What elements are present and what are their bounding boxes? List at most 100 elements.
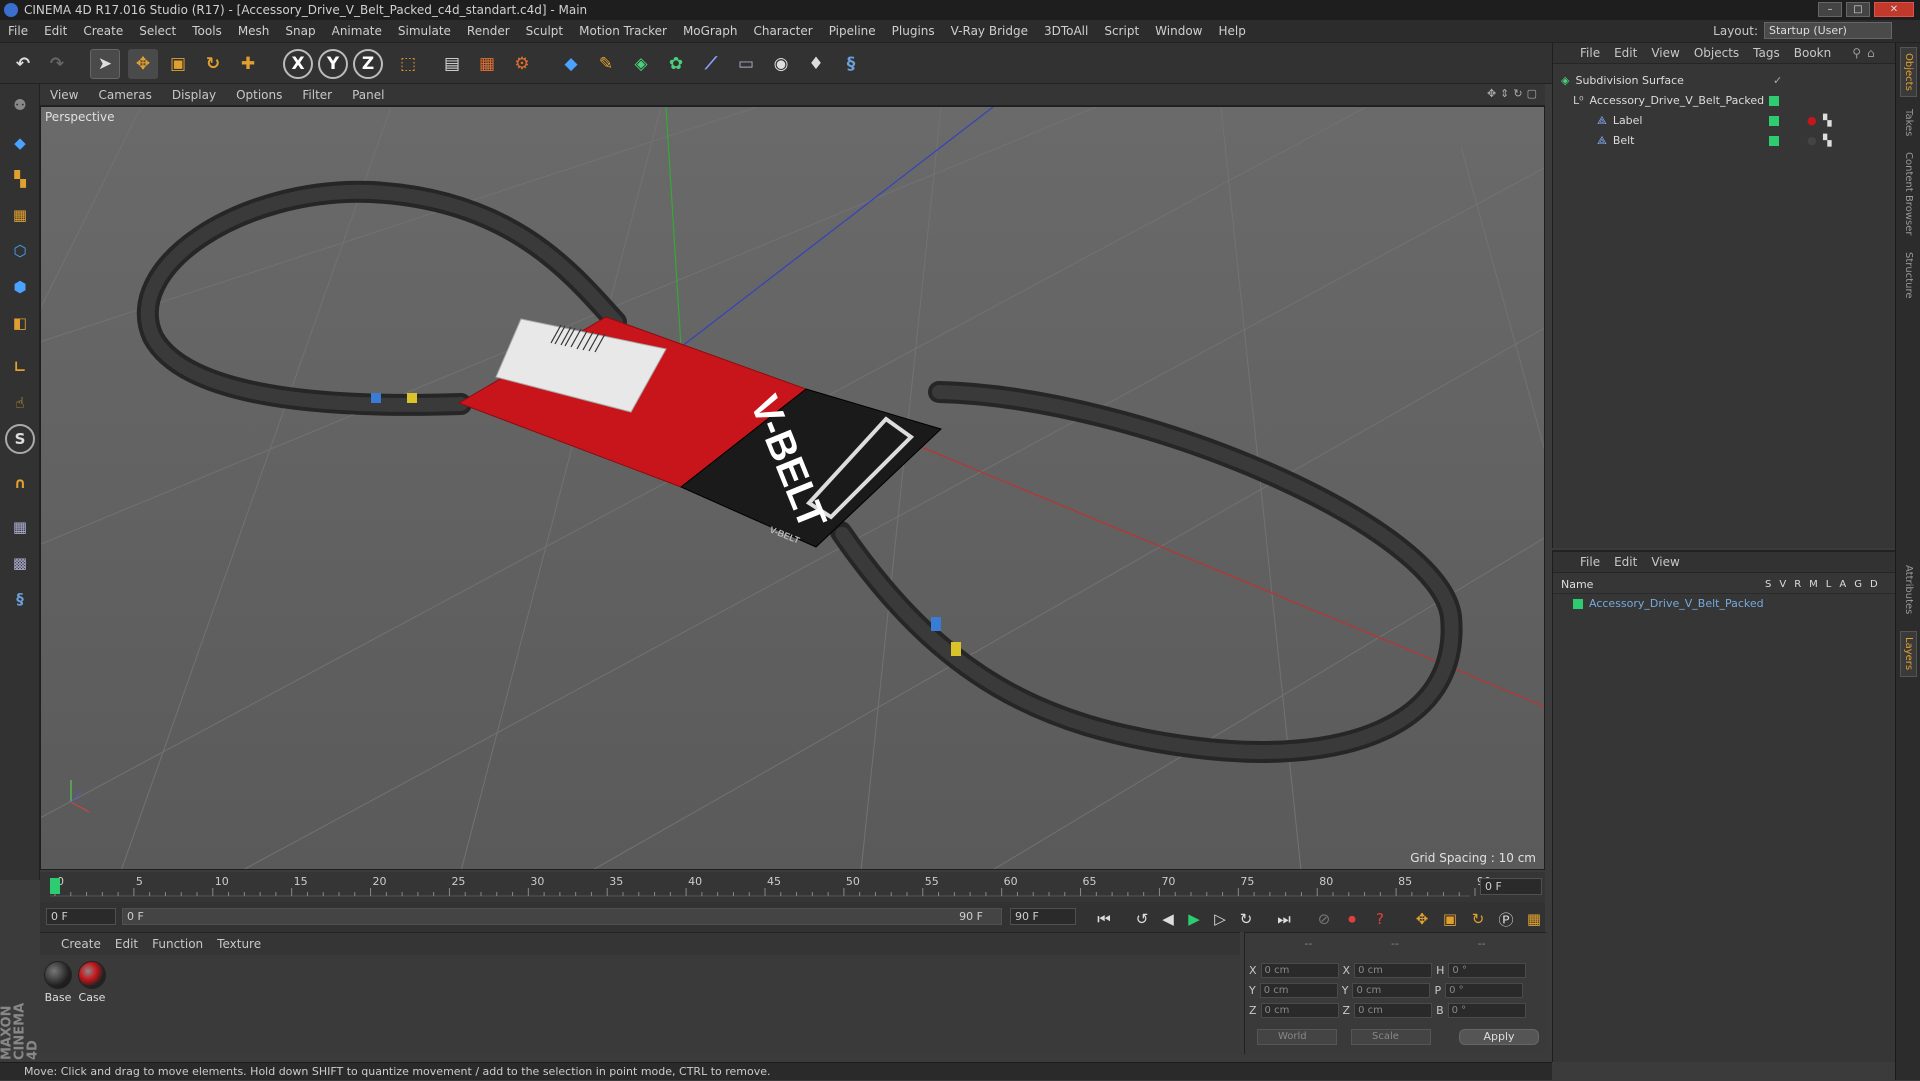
object-menu-file[interactable]: File bbox=[1573, 46, 1607, 60]
layout-select[interactable]: Startup (User) bbox=[1764, 22, 1892, 39]
viewport-3d[interactable]: V-BELT V-BELT Perspective Grid Spacing :… bbox=[40, 106, 1545, 870]
menu-help[interactable]: Help bbox=[1210, 24, 1253, 38]
menu-snap[interactable]: Snap bbox=[277, 24, 323, 38]
viewport-menu-view[interactable]: View bbox=[40, 88, 88, 102]
key-param-icon[interactable]: Ⓟ bbox=[1494, 908, 1518, 930]
texture-mode-icon[interactable]: ▚ bbox=[5, 164, 35, 194]
object-row-belt[interactable]: ⟁ Belt ● ▚ bbox=[1553, 131, 1895, 150]
deformer-icon[interactable]: ⟋ bbox=[696, 49, 726, 79]
subdivision-icon[interactable]: ◈ bbox=[626, 49, 656, 79]
autokey-icon[interactable]: ? bbox=[1368, 908, 1392, 930]
layer-menu-file[interactable]: File bbox=[1573, 555, 1607, 569]
layer-color-icon[interactable] bbox=[1769, 115, 1779, 126]
viewport-zoom-icon[interactable]: ⇕ bbox=[1500, 87, 1509, 100]
render-picture-viewer-icon[interactable]: ▦ bbox=[472, 49, 502, 79]
x-axis-icon[interactable]: X bbox=[283, 49, 313, 79]
viewport-menu-display[interactable]: Display bbox=[162, 88, 226, 102]
material-menu-texture[interactable]: Texture bbox=[210, 937, 268, 951]
scale-tool-icon[interactable]: ▣ bbox=[163, 49, 193, 79]
menu-mograph[interactable]: MoGraph bbox=[675, 24, 746, 38]
key-pla-icon[interactable]: ▦ bbox=[1522, 908, 1546, 930]
material-menu-create[interactable]: Create bbox=[54, 937, 108, 951]
go-to-end-icon[interactable]: ⏭ bbox=[1272, 908, 1296, 930]
menu-mesh[interactable]: Mesh bbox=[230, 24, 278, 38]
frame-range-slider[interactable]: 0 F 90 F bbox=[122, 908, 1002, 925]
menu-script[interactable]: Script bbox=[1096, 24, 1147, 38]
object-menu-tags[interactable]: Tags bbox=[1746, 46, 1787, 60]
render-view-icon[interactable]: ▤ bbox=[437, 49, 467, 79]
cube-icon[interactable]: ◆ bbox=[556, 49, 586, 79]
next-frame-icon[interactable]: ▷ bbox=[1208, 908, 1232, 930]
menu-file[interactable]: File bbox=[0, 24, 36, 38]
menu-render[interactable]: Render bbox=[459, 24, 518, 38]
viewport-menu-cameras[interactable]: Cameras bbox=[88, 88, 161, 102]
size-z-field[interactable]: 0 cm bbox=[1354, 1002, 1433, 1018]
previous-key-icon[interactable]: ↺ bbox=[1130, 908, 1154, 930]
array-icon[interactable]: ✿ bbox=[661, 49, 691, 79]
tab-objects[interactable]: Objects bbox=[1900, 47, 1917, 97]
viewport-rotate-icon[interactable]: ↻ bbox=[1513, 87, 1522, 100]
menu-tools[interactable]: Tools bbox=[184, 24, 230, 38]
tweak-mode-icon[interactable]: ☝ bbox=[5, 388, 35, 418]
tab-content-browser[interactable]: Content Browser bbox=[1900, 149, 1917, 239]
menu-pipeline[interactable]: Pipeline bbox=[821, 24, 884, 38]
menu-edit[interactable]: Edit bbox=[36, 24, 75, 38]
menu-3dtoall[interactable]: 3DToAll bbox=[1036, 24, 1096, 38]
playhead-marker[interactable] bbox=[50, 878, 60, 894]
visibility-check-icon[interactable]: ✓ bbox=[1773, 74, 1782, 87]
tab-attributes[interactable]: Attributes bbox=[1900, 555, 1917, 625]
object-menu-bookmarks[interactable]: Bookn bbox=[1787, 46, 1838, 60]
light-icon[interactable]: ♦ bbox=[801, 49, 831, 79]
position-x-field[interactable]: 0 cm bbox=[1260, 962, 1339, 978]
python-icon[interactable]: § bbox=[836, 49, 866, 79]
size-y-field[interactable]: 0 cm bbox=[1352, 982, 1431, 998]
viewport-move-icon[interactable]: ✥ bbox=[1487, 87, 1496, 100]
model-mode-icon[interactable]: ◆ bbox=[5, 128, 35, 158]
record-off-icon[interactable]: ⊘ bbox=[1312, 908, 1336, 930]
object-home-icon[interactable]: ⌂ bbox=[1867, 46, 1875, 60]
rotation-b-field[interactable]: 0 ° bbox=[1447, 1002, 1526, 1018]
material-menu-edit[interactable]: Edit bbox=[108, 937, 145, 951]
position-y-field[interactable]: 0 cm bbox=[1259, 982, 1338, 998]
menu-vray-bridge[interactable]: V-Ray Bridge bbox=[943, 24, 1036, 38]
rotation-h-field[interactable]: 0 ° bbox=[1448, 962, 1527, 978]
y-axis-icon[interactable]: Y bbox=[318, 49, 348, 79]
current-frame-field[interactable]: 0 F bbox=[1480, 878, 1542, 895]
render-settings-icon[interactable]: ⚙ bbox=[507, 49, 537, 79]
object-row-label[interactable]: ⟁ Label ● ▚ bbox=[1553, 111, 1895, 130]
play-icon[interactable]: ▶ bbox=[1182, 908, 1206, 930]
workplane-lock-icon[interactable]: ▦ bbox=[5, 512, 35, 542]
magnet-icon[interactable]: ∩ bbox=[5, 468, 35, 498]
rotate-tool-icon[interactable]: ↻ bbox=[198, 49, 228, 79]
object-menu-view[interactable]: View bbox=[1644, 46, 1686, 60]
size-x-field[interactable]: 0 cm bbox=[1354, 962, 1433, 978]
viewport-maximize-icon[interactable]: ▢ bbox=[1527, 87, 1537, 100]
close-button[interactable]: ✕ bbox=[1874, 2, 1914, 17]
texture-tag-icon[interactable]: ▚ bbox=[1823, 134, 1831, 147]
menu-plugins[interactable]: Plugins bbox=[884, 24, 943, 38]
go-to-start-icon[interactable]: ⏮ bbox=[1092, 908, 1116, 930]
key-scale-icon[interactable]: ▣ bbox=[1438, 908, 1462, 930]
coord-scale-select[interactable]: Scale bbox=[1351, 1029, 1431, 1045]
object-menu-edit[interactable]: Edit bbox=[1607, 46, 1644, 60]
viewport-menu-panel[interactable]: Panel bbox=[342, 88, 394, 102]
material-base[interactable]: Base bbox=[44, 961, 72, 1004]
position-z-field[interactable]: 0 cm bbox=[1260, 1002, 1339, 1018]
texture-tag-icon[interactable]: ▚ bbox=[1823, 114, 1831, 127]
start-frame-field[interactable]: 0 F bbox=[46, 908, 116, 925]
pen-spline-icon[interactable]: ✎ bbox=[591, 49, 621, 79]
coordinate-system-icon[interactable]: ⬚ bbox=[393, 49, 423, 79]
camera-icon[interactable]: ◉ bbox=[766, 49, 796, 79]
object-search-icon[interactable]: ⚲ bbox=[1852, 46, 1861, 60]
tab-structure[interactable]: Structure bbox=[1900, 245, 1917, 305]
axis-mode-icon[interactable]: ∟ bbox=[5, 352, 35, 382]
minimize-button[interactable]: – bbox=[1818, 2, 1842, 17]
material-tag-icon[interactable]: ● bbox=[1807, 134, 1817, 147]
point-mode-icon[interactable]: ⬡ bbox=[5, 236, 35, 266]
key-move-icon[interactable]: ✥ bbox=[1410, 908, 1434, 930]
material-menu-function[interactable]: Function bbox=[145, 937, 210, 951]
redo-icon[interactable]: ↷ bbox=[42, 49, 72, 79]
maximize-button[interactable]: □ bbox=[1846, 2, 1870, 17]
apply-button[interactable]: Apply bbox=[1459, 1029, 1539, 1045]
object-row-accessory-drive[interactable]: L⁰ Accessory_Drive_V_Belt_Packed bbox=[1553, 91, 1895, 110]
